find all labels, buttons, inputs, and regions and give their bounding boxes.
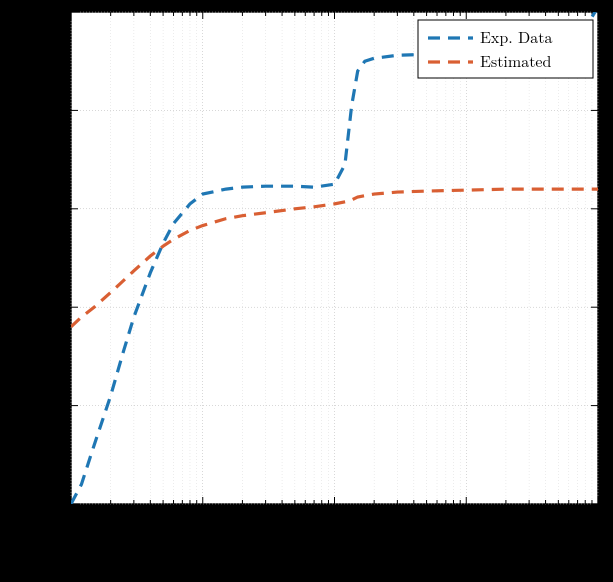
chart-container: 10-210-1100101102 00.10.20.30.40.5 Time … [0, 0, 613, 582]
legend: Exp. Data Estimated [418, 20, 593, 78]
svg-text:0.5: 0.5 [43, 5, 63, 21]
legend-label-0: Exp. Data [480, 31, 552, 47]
y-axis-label: Angular Displacement (rad) [4, 135, 25, 381]
svg-text:0.4: 0.4 [43, 103, 63, 119]
svg-text:0.3: 0.3 [43, 202, 63, 218]
chart-svg: 10-210-1100101102 00.10.20.30.40.5 Time … [0, 0, 613, 582]
svg-text:0.1: 0.1 [43, 399, 63, 415]
svg-text:0.2: 0.2 [43, 300, 63, 316]
svg-text:0: 0 [55, 497, 63, 513]
x-axis-label: Time (sec) [287, 547, 380, 568]
legend-label-1: Estimated [480, 55, 552, 71]
